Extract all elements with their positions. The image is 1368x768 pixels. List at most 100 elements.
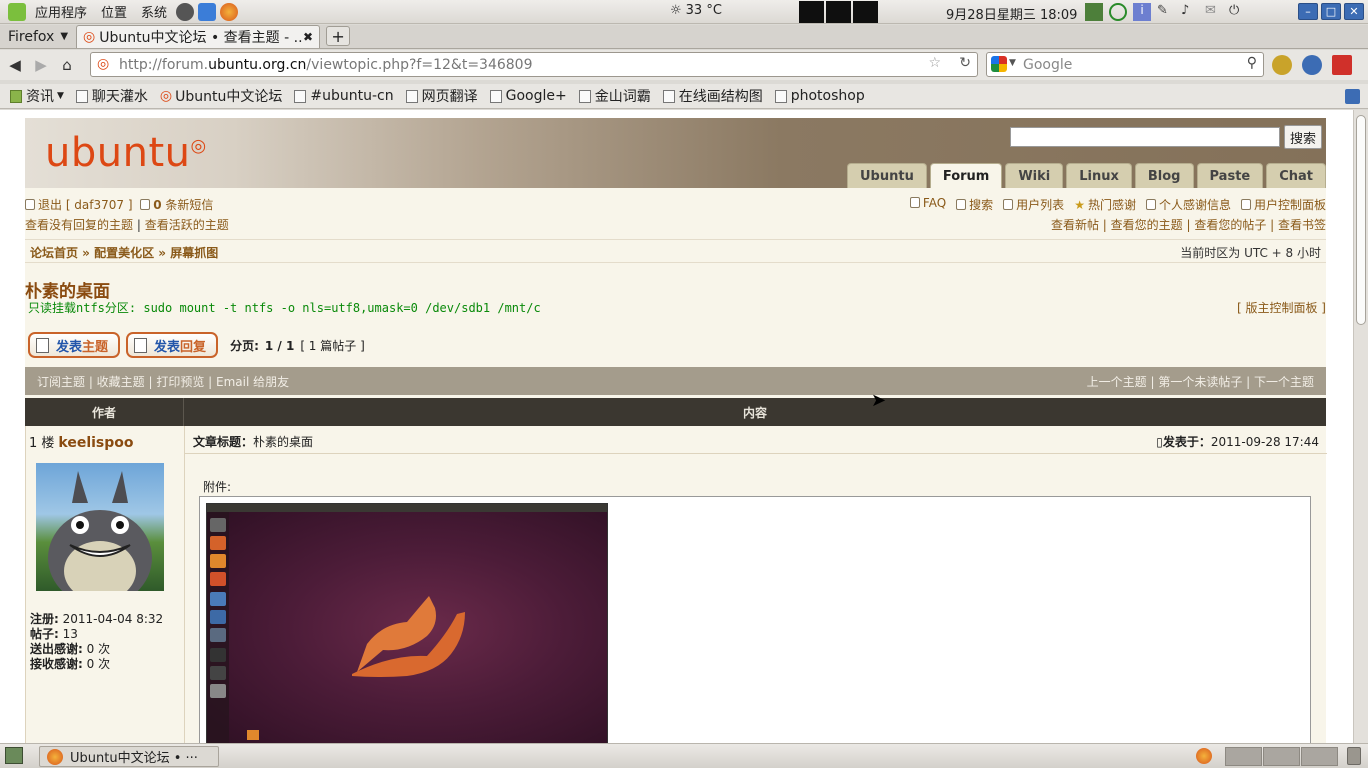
workspace-3[interactable] [1301,747,1338,766]
thanks-info-link[interactable]: 个人感谢信息 [1145,196,1231,213]
search-link[interactable]: 搜索 [956,196,993,213]
search-icon[interactable]: ⚲ [1247,55,1257,71]
bookmark-item[interactable]: Google+ [484,88,573,104]
attachment-label: 附件: [203,480,232,494]
tab-wiki[interactable]: Wiki [1005,163,1064,188]
tab-paste[interactable]: Paste [1196,163,1264,188]
hot-thanks-link[interactable]: ★ 热门感谢 [1074,196,1136,213]
scrollbar-thumb[interactable] [1356,115,1366,325]
workspace-2[interactable] [1263,747,1300,766]
tab-close-icon[interactable]: ✖ [303,30,313,44]
addon-1-icon[interactable] [1272,55,1292,75]
bookmark-item[interactable]: 在线画结构图 [657,86,769,106]
tab-forum[interactable]: Forum [929,163,1003,188]
page-scrollbar[interactable] [1353,110,1368,743]
active-topics-link[interactable]: 查看活跃的主题 [145,218,229,232]
bookmark-item[interactable]: ◎ Ubuntu中文论坛 [154,86,288,106]
network-rings-icon[interactable] [1109,3,1127,21]
addon-red-icon[interactable] [1332,55,1352,75]
tab-ubuntu[interactable]: Ubuntu [847,163,927,188]
stat-value: 2011-04-04 8:32 [62,612,164,626]
photo-applet-icon[interactable] [1085,3,1103,21]
topic-nav-right[interactable]: 上一个主题 | 第一个未读帖子 | 下一个主题 [1087,373,1314,390]
pm-link[interactable]: 条新短信 [165,198,213,212]
bookmark-label: Google+ [505,88,567,104]
close-icon[interactable]: ✕ [1344,3,1364,20]
system-tray: i ✎ ♪ ✉ ⏻ [1085,3,1247,21]
moderator-panel-link[interactable]: [ 版主控制面板 ] [1237,299,1326,316]
google-engine-icon[interactable] [991,56,1007,72]
view-own-links[interactable]: 查看新帖 | 查看您的主题 | 查看您的帖子 | 查看书签 [1051,216,1326,233]
app-launcher-icon[interactable] [198,2,217,21]
stat-label: 接收感谢: [30,657,83,671]
reload-icon[interactable]: ↻ [959,55,971,71]
workspace-1[interactable] [1225,747,1262,766]
system-menu[interactable]: 系统 [134,2,174,21]
site-search-input[interactable] [1010,127,1280,147]
pm-count[interactable]: 0 [153,198,161,212]
mail-icon[interactable]: ✉ [1205,3,1223,21]
tab-ubuntu-forum[interactable]: ◎ Ubuntu中文论坛 • 查看主题 - ... ✖ [76,25,321,48]
avatar[interactable] [36,463,164,591]
author-name[interactable]: keelispoo [58,435,133,451]
bookmark-item[interactable]: 网页翻译 [400,86,484,106]
breadcrumb-links[interactable]: 论坛首页 » 配置美化区 » 屏幕抓图 [30,246,218,260]
firefox-launcher-icon[interactable] [220,2,239,21]
post-reply-button[interactable]: 发表 回复 [126,332,219,358]
pen-icon[interactable]: ✎ [1157,3,1175,21]
bookmark-item[interactable]: 聊天灌水 [70,86,154,106]
ucp-link[interactable]: 用户控制面板 [1240,196,1326,213]
tab-linux[interactable]: Linux [1066,163,1132,188]
trash-icon[interactable] [1347,747,1361,765]
qq-icon[interactable] [176,2,195,21]
places-menu[interactable]: 位置 [94,2,134,21]
unanswered-link[interactable]: 查看没有回复的主题 [25,218,133,232]
new-topic-button[interactable]: 发表 主题 [28,332,121,358]
logout-link[interactable]: 退出 [ daf3707 ] [38,198,133,212]
engine-dropdown-icon[interactable]: ▼ [1009,58,1016,68]
tab-chat[interactable]: Chat [1266,163,1327,188]
memberlist-link[interactable]: 用户列表 [1003,196,1064,213]
bookmark-star-icon[interactable]: ☆ [928,55,941,71]
bookmark-item[interactable]: #ubuntu-cn [288,88,399,104]
back-button[interactable]: ◀ [2,52,28,78]
history-clock-icon[interactable] [1302,55,1322,75]
mint-menu-icon[interactable] [8,2,26,21]
stat-value: 13 [62,627,78,641]
system-monitor[interactable] [799,1,878,23]
site-search-button[interactable]: 搜索 [1284,125,1322,149]
bookmark-item[interactable]: 金山词霸 [573,86,657,106]
faq-link[interactable]: FAQ [909,196,946,213]
weather-applet[interactable]: ☼ 33 °C [670,3,722,18]
home-button[interactable]: ⌂ [54,52,80,78]
search-bar[interactable]: ▼ Google ⚲ [986,52,1264,77]
firefox-menu-button[interactable]: Firefox ▼ [0,25,76,48]
new-topic-label-accent: 主题 [82,339,109,355]
stat-value: 0 次 [86,642,111,656]
show-desktop-icon[interactable] [5,747,23,764]
volume-icon[interactable]: ♪ [1181,3,1199,21]
applications-menu[interactable]: 应用程序 [28,2,94,21]
bookmarks-menu-icon[interactable] [1345,89,1360,104]
reply-label: 发表 [154,339,181,355]
stat-value: 0 次 [86,657,111,671]
info-icon[interactable]: i [1133,3,1151,21]
power-icon[interactable]: ⏻ [1229,3,1247,21]
taskbar-firefox-window[interactable]: Ubuntu中文论坛 • ··· [39,746,219,767]
url-bar[interactable]: ◎ http://forum. ubuntu.org.cn/viewtopic.p… [90,52,978,77]
site-identity-icon[interactable]: ◎ [97,56,109,72]
new-tab-button[interactable]: + [326,26,351,46]
post-permalink-icon[interactable]: ▯ [1156,435,1163,449]
maximize-icon[interactable]: □ [1321,3,1341,20]
minimize-icon[interactable]: – [1298,3,1318,20]
attachment-screenshot[interactable] [206,503,608,743]
forward-button[interactable]: ▶ [28,52,54,78]
bookmark-item[interactable]: photoshop [769,88,871,104]
column-content: 内容 [742,405,767,420]
bookmark-folder-news[interactable]: 资讯 ▼ [4,86,70,106]
topic-tools-left[interactable]: 订阅主题 | 收藏主题 | 打印预览 | Email 给朋友 [37,373,289,390]
clock[interactable]: 9月28日星期三 18:09 [946,4,1077,23]
tab-blog[interactable]: Blog [1134,163,1194,188]
ubuntu-logo[interactable]: ubuntu◎ [45,130,207,176]
firefox-tray-icon[interactable] [1196,748,1212,764]
